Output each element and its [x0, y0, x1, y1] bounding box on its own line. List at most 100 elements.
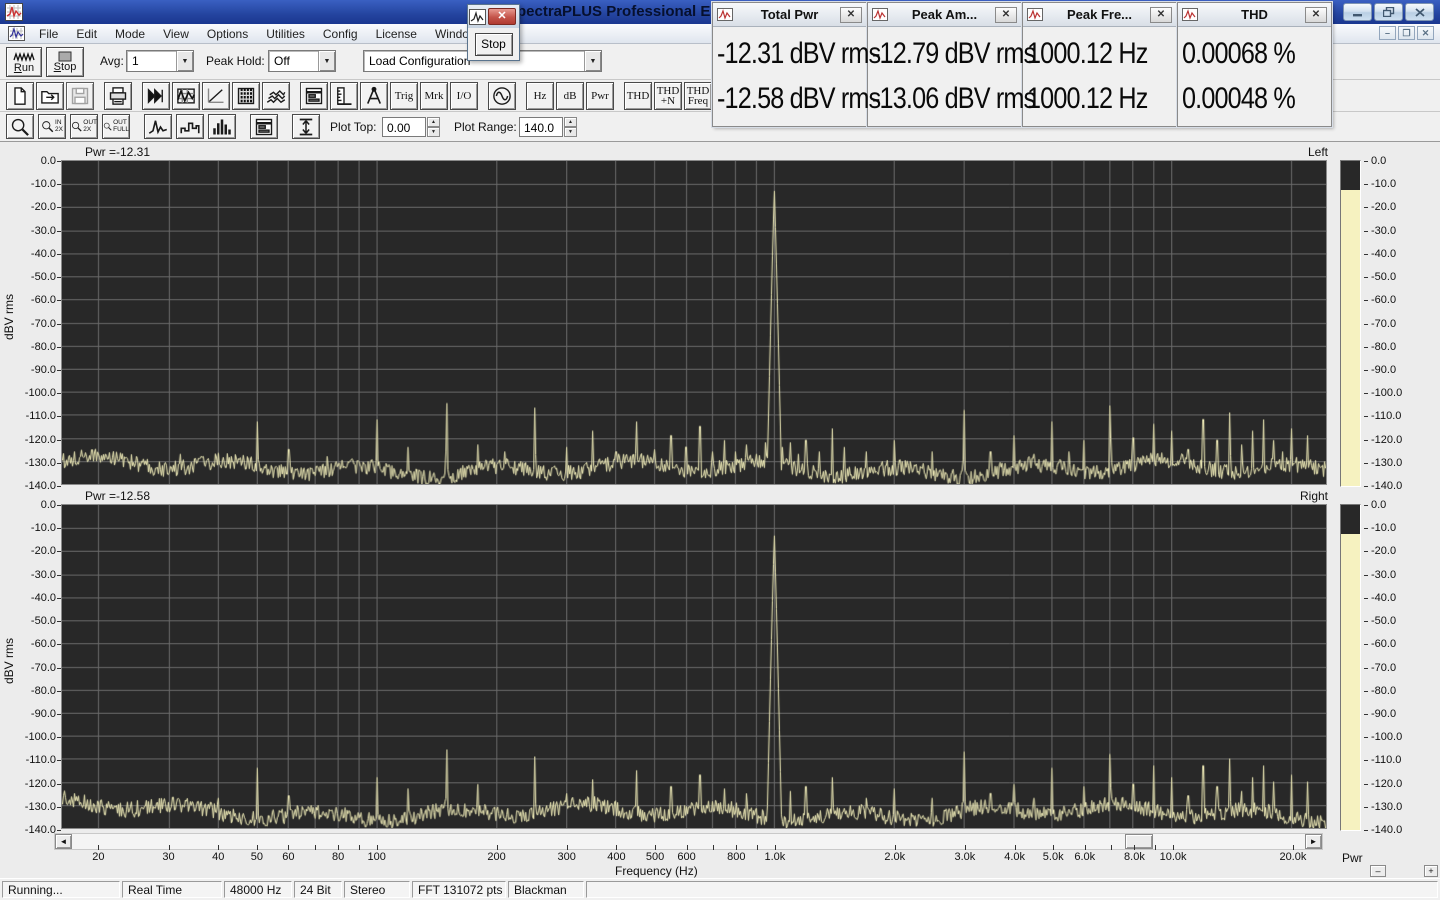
marker-button[interactable]: Mrk	[420, 82, 448, 110]
plot-options-button[interactable]	[250, 114, 278, 139]
new-file-button[interactable]	[6, 82, 34, 110]
y-tick-label: -110.0	[25, 754, 56, 767]
chevron-down-icon[interactable]: ▼	[318, 51, 335, 71]
panel-titlebar: Peak Am... ✕	[868, 3, 1021, 27]
units-hz-button[interactable]: Hz	[526, 82, 554, 110]
minimize-button[interactable]	[1343, 3, 1372, 21]
meter-tick-label: -110.0	[1371, 754, 1402, 767]
stop-button[interactable]: Stop	[46, 47, 84, 77]
spectrum-view-button[interactable]	[142, 82, 170, 110]
phase-view-button[interactable]	[202, 82, 230, 110]
meter-tick-label: -140.0	[1371, 824, 1403, 836]
zoom-button[interactable]	[6, 114, 34, 139]
meter-tick	[1364, 551, 1368, 553]
x-tick	[218, 845, 219, 850]
thd-n-button[interactable]: THD +N	[654, 82, 682, 110]
autoscale-button[interactable]	[292, 114, 320, 139]
plot-top-input[interactable]	[382, 117, 426, 137]
zoom-out-2x-button[interactable]: OUT 2X	[70, 114, 98, 139]
chevron-down-icon[interactable]: ▼	[584, 51, 601, 71]
restore-button[interactable]	[1374, 3, 1403, 21]
zoom-in-2x-button[interactable]: IN 2X	[38, 114, 66, 139]
menu-item-license[interactable]: License	[367, 24, 426, 44]
save-button[interactable]	[66, 82, 94, 110]
time-series-view-button[interactable]	[172, 82, 200, 110]
plot-range-stepper[interactable]: ▲ ▼	[564, 117, 577, 137]
menu-item-view[interactable]: View	[154, 24, 198, 44]
spectrum-plot-left[interactable]	[61, 160, 1327, 485]
splitter-expand-button[interactable]: +	[1424, 865, 1438, 877]
x-tick-label: 5.0k	[1042, 851, 1064, 863]
step-plot-button[interactable]	[176, 114, 204, 139]
zoom-out-full-button[interactable]: OUT FULL	[102, 114, 130, 139]
y-tick-label: -60.0	[30, 294, 56, 307]
popup-stop-button[interactable]: Stop	[474, 32, 513, 56]
spectrogram-view-button[interactable]	[232, 82, 260, 110]
units-db-button[interactable]: dB	[556, 82, 584, 110]
menu-item-utilities[interactable]: Utilities	[257, 24, 314, 44]
scroll-thumb[interactable]	[1125, 834, 1153, 849]
menu-item-file[interactable]: File	[30, 24, 67, 44]
avg-select[interactable]: 1 ▼	[126, 50, 194, 72]
status-pane-1: Real Time	[122, 881, 222, 898]
run-button[interactable]: Run	[6, 47, 42, 77]
meter-tick-label: -90.0	[1371, 363, 1397, 376]
panel-values: 0.00068 % 0.00048 %	[1178, 27, 1331, 121]
scroll-left-arrow[interactable]: ◄	[55, 834, 72, 849]
x-tick	[655, 845, 656, 850]
thd-freq-button[interactable]: THD Freq	[684, 82, 712, 110]
signal-generator-button[interactable]	[488, 82, 516, 110]
status-pane-0: Running...	[2, 881, 120, 898]
x-tick-label: 3.0k	[954, 851, 976, 863]
surface-view-button[interactable]	[262, 82, 290, 110]
close-icon[interactable]: ✕	[1305, 6, 1327, 23]
menu-item-options[interactable]: Options	[198, 24, 257, 44]
mdi-close-button[interactable]: ✕	[1417, 26, 1434, 40]
spectrum-plot-right[interactable]	[61, 504, 1327, 829]
menu-item-mode[interactable]: Mode	[106, 24, 154, 44]
print-button[interactable]	[104, 82, 132, 110]
meter-tick-label: -100.0	[1371, 731, 1403, 744]
close-icon[interactable]: ✕	[840, 6, 862, 23]
menu-item-edit[interactable]: Edit	[67, 24, 106, 44]
units-pwr-button[interactable]: Pwr	[586, 82, 614, 110]
open-file-button[interactable]	[36, 82, 64, 110]
x-tick	[616, 845, 617, 850]
splitter-collapse-button[interactable]: –	[1370, 865, 1386, 877]
meter-tick-label: -70.0	[1371, 661, 1397, 674]
x-tick	[98, 845, 99, 850]
y-tick-label: -120.0	[24, 777, 56, 790]
trigger-button[interactable]: Trig	[390, 82, 418, 110]
meter-tick-label: -10.0	[1371, 178, 1397, 191]
thd-button[interactable]: THD	[624, 82, 652, 110]
close-button[interactable]	[1405, 3, 1434, 21]
close-icon[interactable]: ✕	[1150, 6, 1172, 23]
meter-tick	[1364, 346, 1368, 348]
x-tick-label: 300	[557, 851, 576, 863]
x-tick	[775, 845, 776, 850]
mdi-restore-button[interactable]: ❐	[1398, 26, 1415, 40]
scroll-right-arrow[interactable]: ►	[1305, 834, 1322, 849]
plot-top-stepper[interactable]: ▲ ▼	[427, 117, 440, 137]
chevron-down-icon[interactable]: ▼	[176, 51, 193, 71]
meter-tick	[1364, 621, 1368, 623]
line-plot-button[interactable]	[144, 114, 172, 139]
io-button[interactable]: I/O	[450, 82, 478, 110]
close-icon[interactable]: ✕	[995, 6, 1017, 23]
calibration-button[interactable]	[360, 82, 388, 110]
menu-item-config[interactable]: Config	[314, 24, 367, 44]
y-tick-label: -100.0	[24, 387, 56, 400]
status-pane-5: FFT 131072 pts	[412, 881, 506, 898]
bar-plot-button[interactable]	[208, 114, 236, 139]
x-tick-label: 50	[250, 851, 263, 863]
display-options-button[interactable]	[300, 82, 328, 110]
close-icon[interactable]: ✕	[488, 8, 516, 25]
peak-hold-select[interactable]: Off ▼	[268, 50, 336, 72]
y-tick-label: -110.0	[25, 410, 56, 423]
mdi-minimize-button[interactable]: –	[1379, 26, 1396, 40]
x-tick	[257, 845, 258, 850]
plot-range-input[interactable]	[519, 117, 563, 137]
scaling-button[interactable]	[330, 82, 358, 110]
meter-tick	[1364, 644, 1368, 646]
x-tick	[315, 845, 316, 850]
